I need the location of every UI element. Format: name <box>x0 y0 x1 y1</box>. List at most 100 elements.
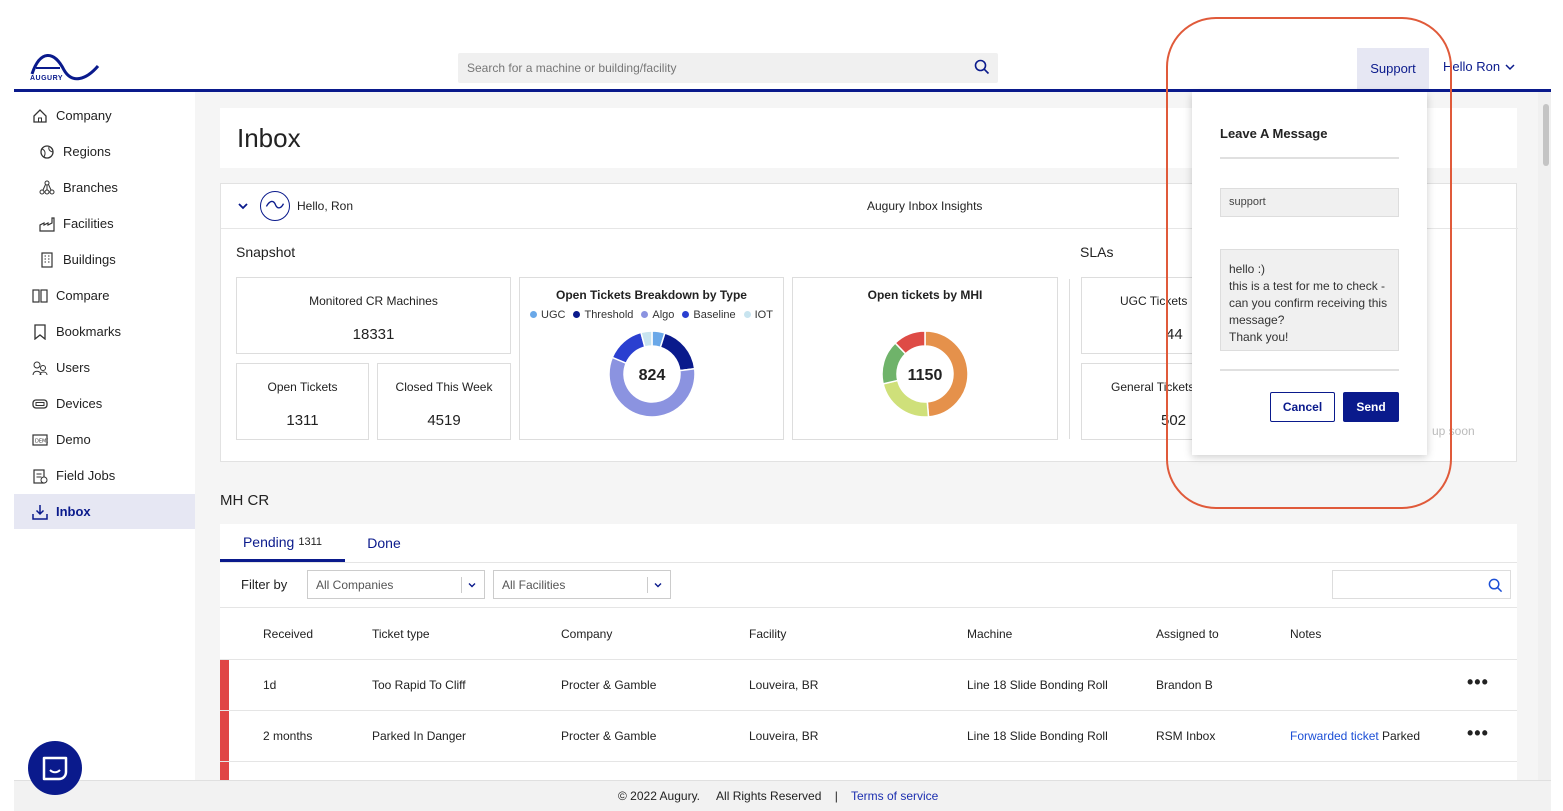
closed-this-week-card: Closed This Week 4519 <box>377 363 511 440</box>
sidebar-item-label: Demo <box>56 432 91 447</box>
sidebar-item-users[interactable]: Users <box>14 350 195 385</box>
table-row[interactable]: 1d Too Rapid To Cliff Procter & Gamble L… <box>220 659 1517 711</box>
breakdown-by-type-chart: Open Tickets Breakdown by Type UGC Thresh… <box>519 277 784 440</box>
terms-link[interactable]: Terms of service <box>851 789 938 803</box>
sidebar-item-buildings[interactable]: Buildings <box>14 242 195 277</box>
search-icon[interactable] <box>1488 578 1503 593</box>
cell-company: Procter & Gamble <box>561 729 657 743</box>
slas-heading: SLAs <box>1080 244 1114 260</box>
more-options-icon[interactable]: ••• <box>1467 723 1489 744</box>
sidebar-item-regions[interactable]: Regions <box>14 134 195 169</box>
monitored-machines-card: Monitored CR Machines 18331 <box>236 277 511 354</box>
message-textarea[interactable]: hello :) this is a test for me to check … <box>1220 249 1399 351</box>
search-bar[interactable]: Search for a machine or building/facilit… <box>458 53 998 83</box>
clipboard-icon <box>33 468 48 484</box>
home-icon <box>33 108 47 123</box>
support-message-popup: Leave A Message support hello :) this is… <box>1192 92 1427 455</box>
donut-slice-3[interactable] <box>611 331 646 365</box>
column-header[interactable]: Machine <box>967 627 1012 641</box>
footer-separator: | <box>834 789 838 803</box>
column-header[interactable]: Notes <box>1290 627 1321 641</box>
cell-machine: Line 18 Slide Bonding Roll <box>967 678 1108 692</box>
sidebar-item-label: Field Jobs <box>56 468 116 483</box>
sidebar-item-facilities[interactable]: Facilities <box>14 206 195 241</box>
section-title: MH CR <box>220 492 270 509</box>
page-title: Inbox <box>237 123 301 153</box>
stat-value: 4519 <box>427 412 461 429</box>
sidebar-item-field-jobs[interactable]: Field Jobs <box>14 458 195 493</box>
cell-assigned: RSM Inbox <box>1156 729 1216 743</box>
cancel-button[interactable]: Cancel <box>1270 392 1335 422</box>
search-icon[interactable] <box>974 59 990 75</box>
sidebar-item-label: Users <box>56 360 90 375</box>
tab-done[interactable]: Done <box>350 524 418 562</box>
stat-label: General Tickets <box>1111 380 1195 394</box>
donut-slice-1[interactable] <box>882 379 930 418</box>
subject-field[interactable]: support <box>1220 188 1399 217</box>
send-button[interactable]: Send <box>1343 392 1399 422</box>
column-header[interactable]: Received <box>263 627 313 641</box>
sidebar-item-bookmarks[interactable]: Bookmarks <box>14 314 195 349</box>
column-header[interactable]: Company <box>561 627 612 641</box>
sidebar-item-demo[interactable]: DEMO Demo <box>14 422 195 457</box>
search-input[interactable]: Search for a machine or building/facilit… <box>467 61 676 75</box>
scrollbar-thumb[interactable] <box>1543 104 1549 166</box>
sidebar-item-compare[interactable]: Compare <box>14 278 195 313</box>
tabs-divider <box>220 562 1517 563</box>
popup-title: Leave A Message <box>1220 126 1328 141</box>
donut-slice-1[interactable] <box>659 332 696 372</box>
sidebar-item-label: Company <box>56 108 112 123</box>
support-button[interactable]: Support <box>1357 48 1429 89</box>
column-header[interactable]: Ticket type <box>372 627 430 641</box>
chat-icon <box>42 756 68 781</box>
popup-divider <box>1220 157 1399 159</box>
chat-launcher-button[interactable] <box>28 741 82 795</box>
sidebar: Company Regions Branches Facilities Buil… <box>14 98 195 538</box>
forwarded-ticket-link[interactable]: Forwarded ticket <box>1290 729 1379 743</box>
column-header[interactable]: Assigned to <box>1156 627 1219 641</box>
cell-facility: Louveira, BR <box>749 729 819 743</box>
augury-avatar-icon <box>260 191 290 221</box>
page-scrollbar[interactable] <box>1538 92 1551 780</box>
cell-machine: Line 18 Slide Bonding Roll <box>967 729 1108 743</box>
more-options-icon[interactable]: ••• <box>1467 672 1489 693</box>
chevron-down-icon[interactable] <box>237 200 249 212</box>
sidebar-item-company[interactable]: Company <box>14 98 195 133</box>
company-filter-select[interactable]: All Companies <box>307 570 485 599</box>
table-row[interactable]: 2 months Parked In Danger Procter & Gamb… <box>220 710 1517 762</box>
priority-indicator <box>220 711 229 762</box>
stat-value: 502 <box>1161 412 1187 429</box>
tickets-panel: Pending 1311 Done Filter by All Companie… <box>220 524 1517 811</box>
tab-label: Done <box>367 535 401 551</box>
stat-value: 1311 <box>286 412 319 429</box>
donut-chart: 1150 <box>881 330 969 418</box>
rights-text: All Rights Reserved <box>716 789 822 803</box>
chevron-down-icon[interactable] <box>468 581 476 589</box>
app-root: AUGURY Search for a machine or building/… <box>0 0 1563 811</box>
factory-icon <box>39 216 55 232</box>
filter-label: Filter by <box>241 577 288 592</box>
sidebar-item-label: Facilities <box>63 216 114 231</box>
table-search-input[interactable] <box>1332 570 1511 599</box>
user-menu[interactable]: Hello Ron <box>1443 59 1500 74</box>
top-header: AUGURY Search for a machine or building/… <box>14 40 1551 92</box>
ugc-tickets-card: UGC Tickets 44 <box>1081 277 1201 354</box>
column-header[interactable]: Facility <box>749 627 786 641</box>
donut-center-label: 824 <box>639 367 666 384</box>
stat-label: Closed This Week <box>395 380 493 394</box>
sidebar-item-branches[interactable]: Branches <box>14 170 195 205</box>
bookmark-icon <box>34 323 46 340</box>
donut-chart: 824 <box>608 330 696 418</box>
facility-filter-select[interactable]: All Facilities <box>493 570 671 599</box>
sidebar-item-label: Devices <box>56 396 103 411</box>
insights-greeting: Hello, Ron <box>297 199 354 213</box>
sidebar-item-devices[interactable]: Devices <box>14 386 195 421</box>
chevron-down-icon[interactable] <box>1505 62 1515 72</box>
cell-assigned: Brandon B <box>1156 678 1213 692</box>
sidebar-item-inbox[interactable]: Inbox <box>14 494 195 529</box>
select-divider <box>461 577 462 593</box>
tab-pending[interactable]: Pending 1311 <box>220 524 345 562</box>
chevron-down-icon[interactable] <box>654 581 662 589</box>
tab-count: 1311 <box>298 535 323 548</box>
branches-icon <box>39 180 55 194</box>
